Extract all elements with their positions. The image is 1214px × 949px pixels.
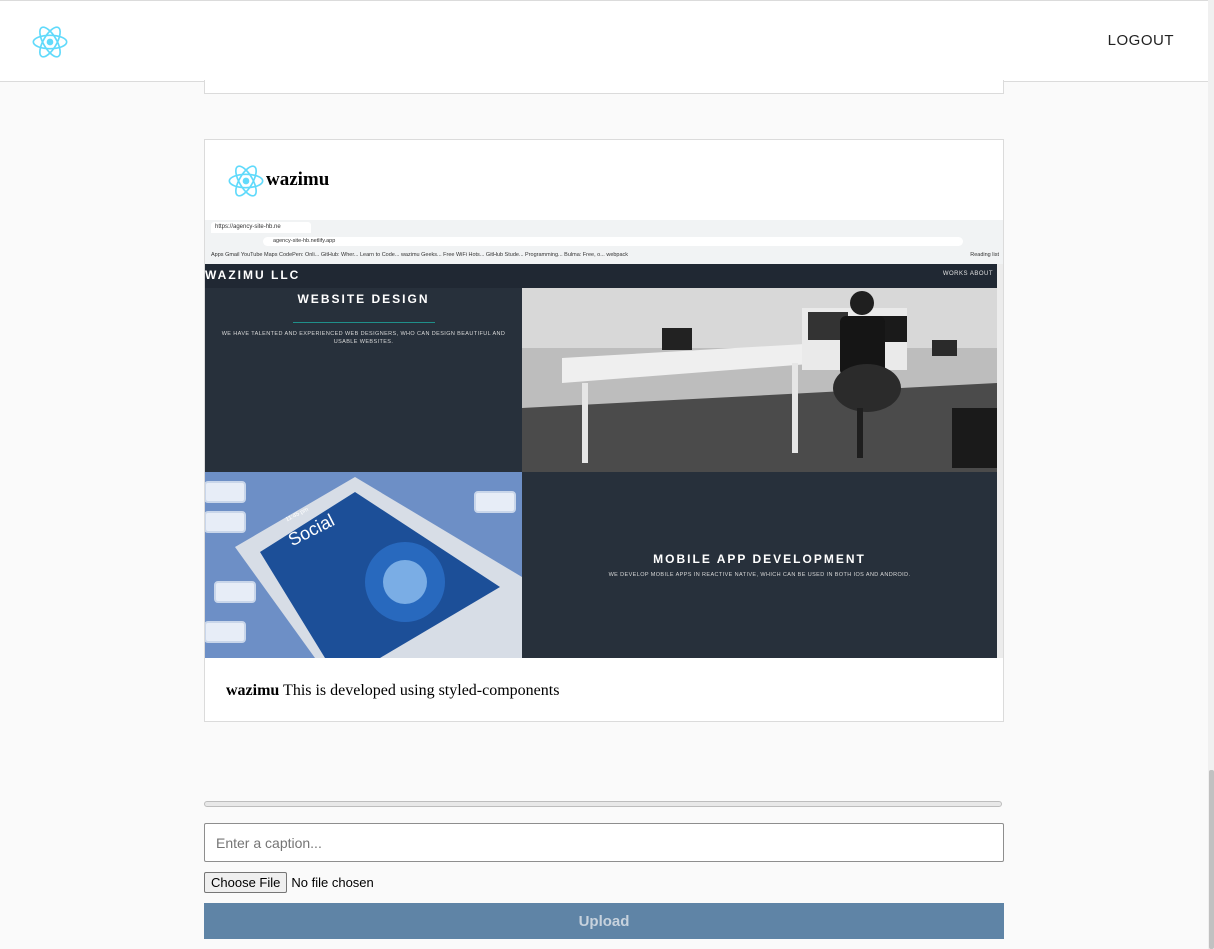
- tile-title: MOBILE APP DEVELOPMENT: [653, 552, 866, 566]
- post-card: wazimu https://agency-site-hb.ne agency-…: [204, 139, 1004, 722]
- page-scrollbar-thumb[interactable]: [1209, 770, 1214, 949]
- browser-chrome: https://agency-site-hb.ne agency-site-hb…: [205, 220, 1003, 265]
- title-underline: [293, 322, 435, 323]
- file-input: Choose File No file chosen: [204, 872, 374, 893]
- browser-url-bar: agency-site-hb.netlify.app: [263, 237, 963, 246]
- tile-mobile-app: MOBILE APP DEVELOPMENT WE DEVELOP MOBILE…: [522, 472, 997, 658]
- caption-text: This is developed using styled-component…: [279, 682, 560, 699]
- previous-post-bottom: [204, 80, 1004, 94]
- tile-title: WEBSITE DESIGN: [297, 292, 430, 306]
- bookmarks-bar: Apps Gmail YouTube Maps CodePen: Onli...…: [211, 252, 629, 258]
- tile-office-photo: [522, 288, 997, 472]
- caption-username: wazimu: [226, 682, 280, 699]
- site-brand: WAZIMU LLC: [205, 268, 301, 282]
- inner-scrollbar: [997, 264, 1003, 658]
- react-atom-icon[interactable]: [30, 22, 70, 62]
- avatar: [228, 165, 264, 197]
- tile-social-phone: Social 11:45 pm: [205, 472, 522, 658]
- caption-input[interactable]: [204, 823, 1004, 862]
- tile-website-design: WEBSITE DESIGN WE HAVE TALENTED AND EXPE…: [205, 288, 522, 472]
- reading-list-label: Reading list: [970, 252, 999, 258]
- post-header: wazimu: [205, 140, 1003, 220]
- file-status-text: No file chosen: [291, 875, 374, 890]
- office-photo-graphic: [522, 288, 997, 472]
- tile-text: WE HAVE TALENTED AND EXPERIENCED WEB DES…: [221, 331, 506, 345]
- browser-tab: https://agency-site-hb.ne: [211, 222, 311, 233]
- site-nav-links: WORKS ABOUT: [942, 271, 993, 277]
- top-header: LOGOUT: [0, 0, 1208, 82]
- tile-text: WE DEVELOP MOBILE APPS IN REACTIVE NATIV…: [608, 572, 911, 578]
- post-caption: wazimu This is developed using styled-co…: [226, 682, 559, 700]
- upload-progress-bar: [204, 801, 1002, 807]
- phone-photo-graphic: [205, 472, 522, 658]
- choose-file-button[interactable]: Choose File: [204, 872, 288, 893]
- post-username: wazimu: [266, 169, 330, 190]
- post-image: https://agency-site-hb.ne agency-site-hb…: [205, 220, 1003, 658]
- logout-button[interactable]: LOGOUT: [1108, 32, 1174, 49]
- upload-button[interactable]: Upload: [204, 903, 1004, 939]
- site-navbar: WAZIMU LLC WORKS ABOUT: [205, 264, 997, 288]
